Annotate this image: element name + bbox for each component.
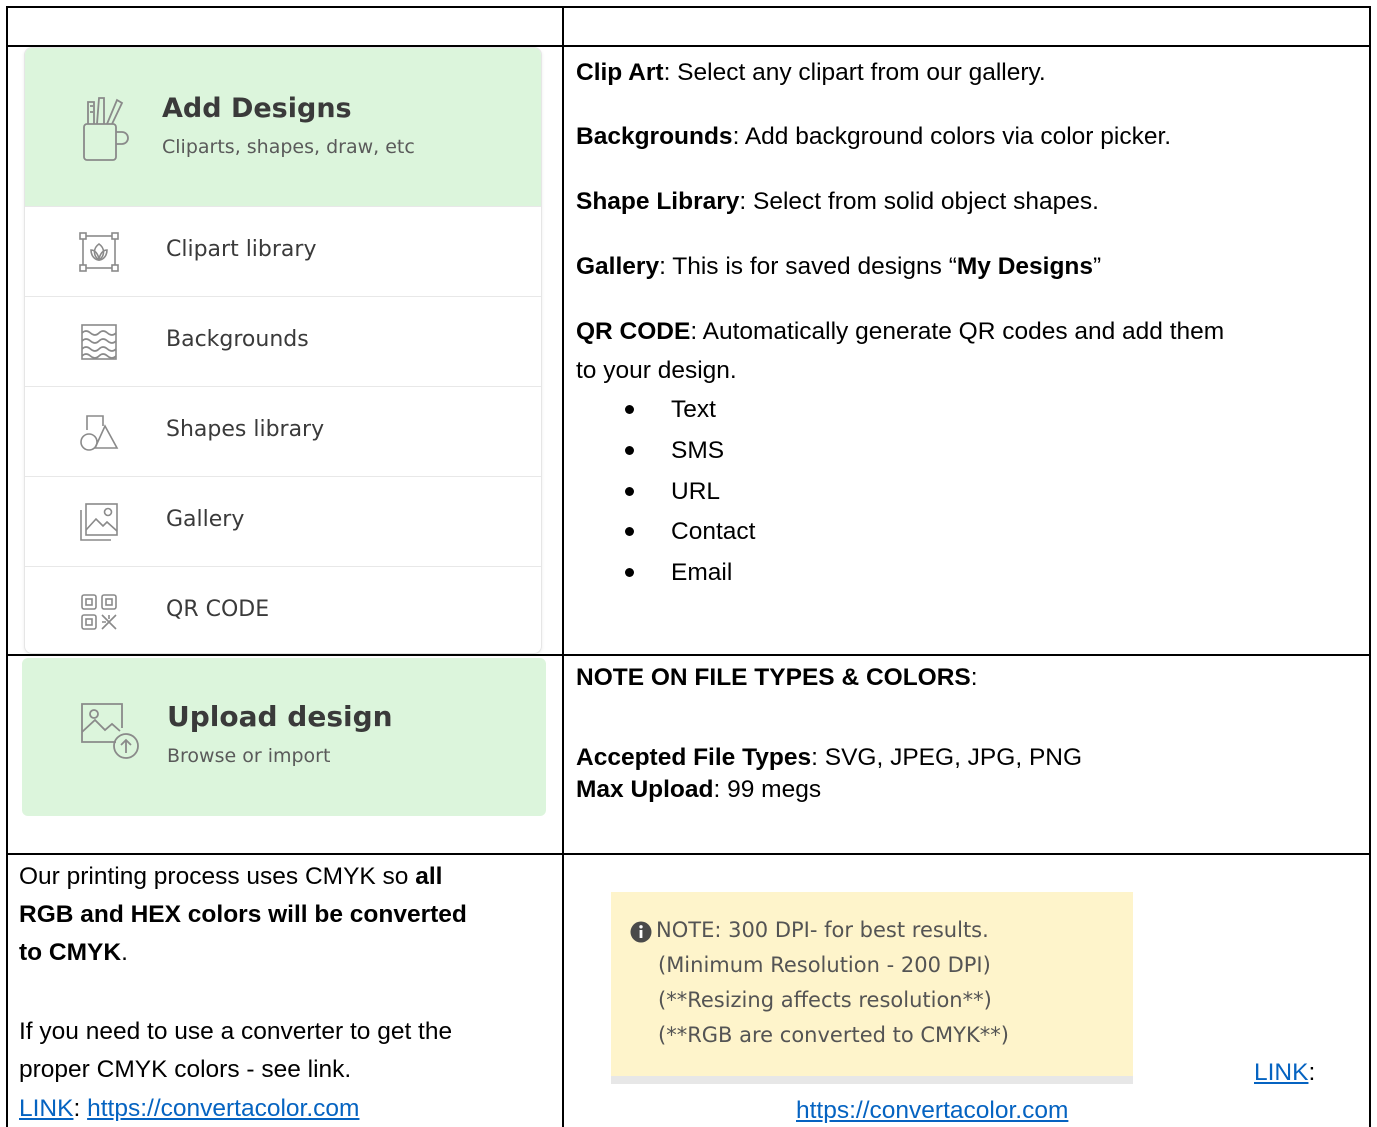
- table-row-divider-3: [6, 853, 1371, 855]
- accepted-label: Accepted File Types: [576, 744, 812, 771]
- heading-text: NOTE ON FILE TYPES & COLORS: [576, 664, 971, 691]
- dpi-note-line: (**RGB are converted to CMYK**): [658, 1023, 1009, 1047]
- note-box-border: [611, 1076, 1133, 1084]
- converter-note-line2: proper CMYK colors - see link.: [19, 1056, 352, 1083]
- converter-link-row: LINK: https://convertacolor.com: [19, 1093, 359, 1124]
- dpi-note-box: NOTE: 300 DPI- for best results. (Minimu…: [611, 892, 1133, 1084]
- description-term: QR CODE: [576, 318, 691, 345]
- menu-item-label: QR CODE: [166, 597, 270, 622]
- clip-art-description: Clip Art: Select any clipart from our ga…: [576, 57, 1046, 88]
- link-separator: :: [1308, 1059, 1316, 1086]
- cmyk-bold: RGB and HEX colors will be converted: [19, 901, 467, 928]
- description-text: : Select from solid object shapes.: [739, 188, 1099, 215]
- menu-item-label: Backgrounds: [166, 327, 309, 352]
- add-designs-subtitle: Cliparts, shapes, draw, etc: [162, 136, 415, 158]
- description-text: : This is for saved designs “: [659, 253, 957, 280]
- clipart-frame-icon: [77, 230, 121, 274]
- image-gallery-icon: [77, 500, 121, 544]
- cmyk-bold: to CMYK: [19, 939, 122, 966]
- backgrounds-description: Backgrounds: Add background colors via c…: [576, 121, 1171, 152]
- table-border-top: [6, 6, 1371, 8]
- add-designs-panel: Add Designs Cliparts, shapes, draw, etc …: [24, 47, 542, 654]
- my-designs-label: My Designs: [956, 253, 1094, 280]
- menu-item-label: Gallery: [166, 507, 245, 532]
- description-text: : Add background colors via color picker…: [732, 123, 1172, 150]
- max-label: Max Upload: [576, 776, 714, 803]
- cmyk-bold: all: [415, 863, 443, 890]
- menu-item-shapes-library[interactable]: Shapes library: [25, 386, 541, 477]
- bullet-icon: [625, 405, 634, 414]
- table-border-right: [1369, 6, 1371, 1127]
- bullet-icon: [625, 568, 634, 577]
- add-designs-title: Add Designs: [162, 93, 352, 124]
- description-term: Backgrounds: [576, 123, 733, 150]
- list-item: Contact: [671, 518, 756, 545]
- cmyk-note-line1: Our printing process uses CMYK so all: [19, 861, 443, 892]
- description-term: Shape Library: [576, 188, 740, 215]
- bullet-icon: [625, 487, 634, 496]
- list-item: Text: [671, 396, 716, 423]
- cmyk-note-line3: to CMYK.: [19, 937, 128, 968]
- upload-image-icon: [78, 698, 144, 764]
- file-types-heading: NOTE ON FILE TYPES & COLORS:: [576, 662, 978, 693]
- add-designs-header[interactable]: Add Designs Cliparts, shapes, draw, etc: [25, 48, 541, 206]
- convertacolor-link[interactable]: https://convertacolor.com: [87, 1095, 359, 1122]
- table-column-divider: [562, 6, 564, 1127]
- convertacolor-link[interactable]: https://convertacolor.com: [796, 1097, 1068, 1124]
- document-page: Add Designs Cliparts, shapes, draw, etc …: [0, 0, 1377, 1127]
- link-label[interactable]: LINK: [19, 1095, 73, 1122]
- dpi-note-line: (Minimum Resolution - 200 DPI): [658, 953, 991, 977]
- menu-item-backgrounds[interactable]: Backgrounds: [25, 296, 541, 387]
- list-item: Email: [671, 559, 733, 586]
- info-circle-icon: [630, 921, 652, 943]
- dpi-note-line: NOTE: 300 DPI- for best results.: [656, 918, 989, 942]
- menu-item-gallery[interactable]: Gallery: [25, 476, 541, 567]
- converter-note-line1: If you need to use a converter to get th…: [19, 1018, 453, 1045]
- dpi-note-line: (**Resizing affects resolution**): [658, 988, 992, 1012]
- gallery-description: Gallery: This is for saved designs “My D…: [576, 251, 1101, 282]
- table-border-left: [6, 6, 8, 1127]
- pencil-cup-icon: [80, 94, 132, 164]
- qr-code-description: QR CODE: Automatically generate QR codes…: [576, 316, 1224, 347]
- upload-design-panel[interactable]: Upload design Browse or import: [22, 658, 546, 816]
- max-value: : 99 megs: [713, 776, 822, 803]
- link-label[interactable]: LINK: [1254, 1059, 1308, 1086]
- description-text: : Select any clipart from our gallery.: [663, 59, 1046, 86]
- shape-library-description: Shape Library: Select from solid object …: [576, 186, 1099, 217]
- upload-design-title: Upload design: [167, 700, 393, 733]
- menu-item-clipart-library[interactable]: Clipart library: [25, 206, 541, 297]
- accepted-value: : SVG, JPEG, JPG, PNG: [811, 744, 1083, 771]
- upload-design-subtitle: Browse or import: [167, 745, 331, 767]
- shapes-icon: [77, 410, 121, 454]
- menu-item-label: Shapes library: [166, 417, 325, 442]
- qr-code-description-line2: to your design.: [576, 357, 737, 384]
- max-upload: Max Upload: 99 megs: [576, 774, 821, 805]
- dpi-link-label-row: LINK:: [1254, 1057, 1315, 1088]
- description-term: Gallery: [576, 253, 660, 280]
- menu-item-qr-code[interactable]: QR CODE: [25, 566, 541, 653]
- cmyk-text: .: [121, 939, 128, 966]
- dpi-link-url-row: https://convertacolor.com: [796, 1095, 1068, 1126]
- heading-suffix: :: [970, 664, 978, 691]
- background-pattern-icon: [77, 320, 121, 364]
- qr-code-icon: [77, 590, 121, 634]
- list-item: URL: [671, 478, 721, 505]
- description-text-end: ”: [1093, 253, 1102, 280]
- description-text: : Automatically generate QR codes and ad…: [690, 318, 1225, 345]
- link-separator: :: [73, 1095, 88, 1122]
- table-row-divider-2: [6, 654, 1371, 656]
- cmyk-text: Our printing process uses CMYK so: [19, 863, 416, 890]
- accepted-file-types: Accepted File Types: SVG, JPEG, JPG, PNG: [576, 742, 1082, 773]
- cmyk-note-line2: RGB and HEX colors will be converted: [19, 899, 467, 930]
- menu-item-label: Clipart library: [166, 237, 317, 262]
- description-term: Clip Art: [576, 59, 664, 86]
- bullet-icon: [625, 446, 634, 455]
- bullet-icon: [625, 527, 634, 536]
- list-item: SMS: [671, 437, 725, 464]
